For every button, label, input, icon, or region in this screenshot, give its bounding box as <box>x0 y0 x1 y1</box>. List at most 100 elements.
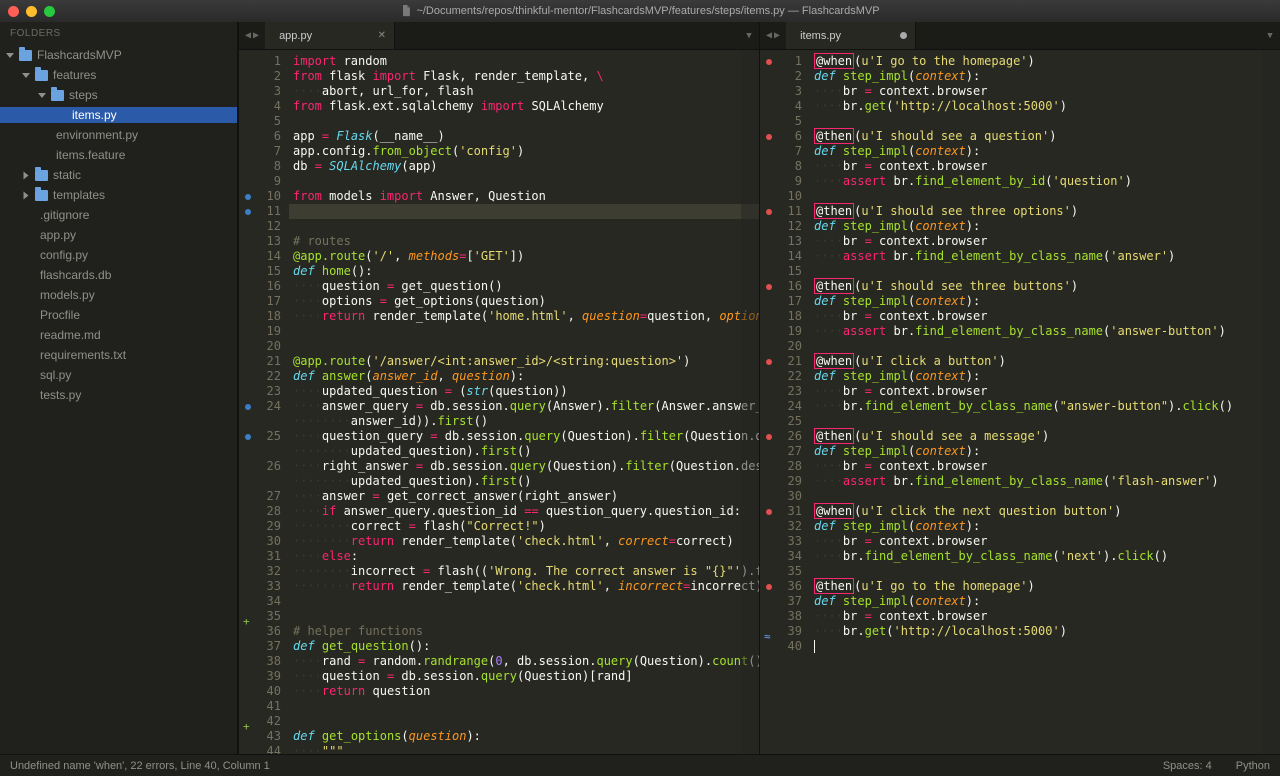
code-line[interactable]: ····question = get_question() <box>289 279 759 294</box>
code-line[interactable] <box>810 489 1280 504</box>
code-line[interactable]: ····options = get_options(question) <box>289 294 759 309</box>
close-icon[interactable] <box>8 6 19 17</box>
tab-dropdown-icon[interactable]: ▼ <box>739 22 759 49</box>
code-line[interactable] <box>810 339 1280 354</box>
code-line[interactable]: @then(u'I should see three options') <box>810 204 1280 219</box>
minimap[interactable] <box>1262 50 1280 754</box>
minimize-icon[interactable] <box>26 6 37 17</box>
maximize-icon[interactable] <box>44 6 55 17</box>
code-line[interactable] <box>810 414 1280 429</box>
tab-nav[interactable]: ◀▶ <box>760 22 786 49</box>
code-line[interactable]: app.config.from_object('config') <box>289 144 759 159</box>
code-line[interactable]: def get_options(question): <box>289 729 759 744</box>
code-left[interactable]: 1234567891011121314151617181920212223242… <box>239 50 759 754</box>
status-spaces[interactable]: Spaces: 4 <box>1163 760 1212 772</box>
code-line[interactable] <box>810 639 1280 654</box>
code-line[interactable]: app = Flask(__name__) <box>289 129 759 144</box>
code-line[interactable]: def step_impl(context): <box>810 144 1280 159</box>
file-row[interactable]: .gitignore <box>0 207 237 223</box>
code-line[interactable]: ····""" <box>289 744 759 754</box>
code-line[interactable]: ····updated_question = (str(question)) <box>289 384 759 399</box>
code-line[interactable]: @app.route('/', methods=['GET']) <box>289 249 759 264</box>
code-line[interactable]: def answer(answer_id, question): <box>289 369 759 384</box>
code-line[interactable]: ····br = context.browser <box>810 534 1280 549</box>
code-line[interactable]: ····assert br.find_element_by_id('questi… <box>810 174 1280 189</box>
folder-row[interactable]: steps <box>0 87 237 103</box>
file-row[interactable]: environment.py <box>0 127 237 143</box>
code-line[interactable] <box>289 594 759 609</box>
code-line[interactable]: ····br.find_element_by_class_name('next'… <box>810 549 1280 564</box>
code-line[interactable]: from models import Answer, Question <box>289 189 759 204</box>
code-line[interactable]: ········incorrect = flash(('Wrong. The c… <box>289 564 759 579</box>
file-row[interactable]: models.py <box>0 287 237 303</box>
code-line[interactable]: ····if answer_query.question_id == quest… <box>289 504 759 519</box>
code-line[interactable]: @then(u'I should see three buttons') <box>810 279 1280 294</box>
code-line[interactable] <box>289 114 759 129</box>
file-row[interactable]: app.py <box>0 227 237 243</box>
tab-items-py[interactable]: items.py <box>786 22 916 49</box>
code-line[interactable]: @when(u'I click a button') <box>810 354 1280 369</box>
code-line[interactable]: @when(u'I click the next question button… <box>810 504 1280 519</box>
code-line[interactable]: ········return render_template('check.ht… <box>289 534 759 549</box>
code-line[interactable] <box>810 189 1280 204</box>
tab-dropdown-icon[interactable]: ▼ <box>1260 22 1280 49</box>
code-line[interactable] <box>289 699 759 714</box>
code-line[interactable]: ····question = db.session.query(Question… <box>289 669 759 684</box>
code-line[interactable]: ····assert br.find_element_by_class_name… <box>810 474 1280 489</box>
code-line[interactable]: ····br = context.browser <box>810 384 1280 399</box>
code-line[interactable]: ····br.get('http://localhost:5000') <box>810 99 1280 114</box>
code-line[interactable]: def home(): <box>289 264 759 279</box>
code-line[interactable]: ····br = context.browser <box>810 234 1280 249</box>
code-line[interactable]: ····assert br.find_element_by_class_name… <box>810 324 1280 339</box>
code-line[interactable]: from flask.ext.sqlalchemy import SQLAlch… <box>289 99 759 114</box>
code-line[interactable]: ········updated_question).first() <box>289 444 759 459</box>
code-line[interactable] <box>289 324 759 339</box>
code-right[interactable]: 1234567891011121314151617181920212223242… <box>760 50 1280 754</box>
file-row[interactable]: sql.py <box>0 367 237 383</box>
code-line[interactable]: ····answer_query = db.session.query(Answ… <box>289 399 759 414</box>
code-line[interactable]: ····right_answer = db.session.query(Ques… <box>289 459 759 474</box>
code-line[interactable] <box>810 114 1280 129</box>
code-line[interactable]: ····answer = get_correct_answer(right_an… <box>289 489 759 504</box>
code-line[interactable]: def step_impl(context): <box>810 219 1280 234</box>
file-row[interactable]: requirements.txt <box>0 347 237 363</box>
file-row[interactable]: flashcards.db <box>0 267 237 283</box>
file-row[interactable]: tests.py <box>0 387 237 403</box>
file-row[interactable]: items.py <box>0 107 237 123</box>
close-icon[interactable]: ✕ <box>378 30 386 41</box>
code-line[interactable] <box>810 564 1280 579</box>
code-line[interactable]: def get_question(): <box>289 639 759 654</box>
code-line[interactable]: @when(u'I go to the homepage') <box>810 54 1280 69</box>
code-line[interactable]: def step_impl(context): <box>810 294 1280 309</box>
code-line[interactable]: def step_impl(context): <box>810 69 1280 84</box>
code-line[interactable]: ····br = context.browser <box>810 84 1280 99</box>
code-line[interactable]: from flask import Flask, render_template… <box>289 69 759 84</box>
folder-row[interactable]: FlashcardsMVP <box>0 47 237 63</box>
code-line[interactable]: @then(u'I should see a question') <box>810 129 1280 144</box>
code-line[interactable]: @then(u'I go to the homepage') <box>810 579 1280 594</box>
tab-nav[interactable]: ◀▶ <box>239 22 265 49</box>
code-line[interactable]: ····return render_template('home.html', … <box>289 309 759 324</box>
code-line[interactable]: # routes <box>289 234 759 249</box>
code-line[interactable] <box>289 609 759 624</box>
code-line[interactable]: @then(u'I should see a message') <box>810 429 1280 444</box>
code-line[interactable] <box>289 339 759 354</box>
code-line[interactable]: ····abort, url_for, flash <box>289 84 759 99</box>
status-left[interactable]: Undefined name 'when', 22 errors, Line 4… <box>10 760 270 772</box>
folder-row[interactable]: templates <box>0 187 237 203</box>
code-line[interactable]: def step_impl(context): <box>810 369 1280 384</box>
code-line[interactable]: def step_impl(context): <box>810 519 1280 534</box>
folder-row[interactable]: features <box>0 67 237 83</box>
file-row[interactable]: items.feature <box>0 147 237 163</box>
file-row[interactable]: readme.md <box>0 327 237 343</box>
file-row[interactable]: Procfile <box>0 307 237 323</box>
code-line[interactable]: ····br = context.browser <box>810 309 1280 324</box>
minimap[interactable] <box>741 50 759 754</box>
code-line[interactable]: ····else: <box>289 549 759 564</box>
code-line[interactable] <box>810 264 1280 279</box>
code-line[interactable]: def step_impl(context): <box>810 444 1280 459</box>
code-line[interactable]: ····br = context.browser <box>810 459 1280 474</box>
code-line[interactable] <box>289 714 759 729</box>
code-line[interactable]: ····br = context.browser <box>810 159 1280 174</box>
file-row[interactable]: config.py <box>0 247 237 263</box>
